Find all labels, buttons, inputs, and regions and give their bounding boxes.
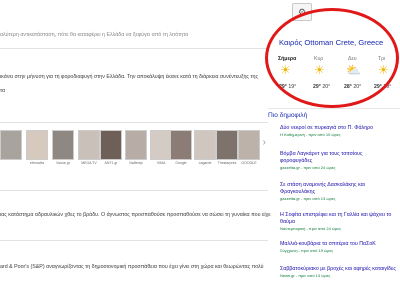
article-snippet[interactable]: ικάνει στην μήνυση για τη φοροδιαφυγή στ… (0, 74, 258, 80)
image-thumbnail[interactable]: Thestarpres (216, 130, 238, 165)
news-source: Ναυτεμπορική - πριν από 24 ώρες (280, 226, 342, 231)
article-snippet[interactable]: ard & Poor's (S&P) αναγνωρίζοντας τη δημ… (0, 264, 263, 270)
image-thumbnail[interactable]: Naftemp (125, 130, 147, 165)
divider (0, 240, 268, 241)
divider (0, 122, 268, 123)
news-source: H Καθημερινή - πριν από 10 ώρες (280, 132, 341, 137)
image-thumbnail[interactable]: ANT1 gr (100, 130, 122, 165)
news-source: gazzetta.gr - πριν από 24 ώρες (280, 165, 336, 170)
news-source: Νews.gr - πριν από 13 ώρες (280, 273, 331, 278)
chevron-right-icon[interactable]: › (263, 137, 266, 148)
image-thumbnail[interactable]: Google (170, 130, 192, 165)
image-thumbnail[interactable]: VIMA (150, 130, 172, 165)
news-title[interactable]: Μαλλιά-κουβάρια τα σπιτέρια του ΠαΣοΚ (280, 241, 396, 248)
highlight-circle (265, 8, 399, 108)
news-title[interactable]: Σε στάση αναμονής Δασκαλάκης και Φραγκου… (280, 182, 396, 196)
article-snippet[interactable]: ιας κατάστημα αδραυλικών χθες το βράδυ. … (0, 212, 271, 218)
news-title[interactable]: Η Σοφίτα επιστρέφει και τη Γαλλία και ψά… (280, 212, 396, 226)
news-title[interactable]: Σαββατοκύριακο με βροχές και αφηρές κατα… (280, 266, 396, 273)
news-item[interactable]: Μαλλιά-κουβάρια τα σπιτέρια του ΠαΣοΚ Σύ… (280, 241, 396, 253)
news-item[interactable]: Δύο νεκροί σε πυρκαγιά στο Π. Φάληρο H Κ… (280, 125, 396, 137)
news-item[interactable]: Η Σοφίτα επιστρέφει και τη Γαλλία και ψά… (280, 212, 396, 231)
news-item[interactable]: Σε στάση αναμονής Δασκαλάκης και Φραγκου… (280, 182, 396, 201)
image-thumbnail[interactable] (0, 130, 22, 164)
news-item[interactable]: Σαββατοκύριακο με βροχές και αφηρές κατα… (280, 266, 396, 278)
image-thumbnail[interactable]: MEGA TV (78, 130, 100, 165)
news-title[interactable]: Δύο νεκροί σε πυρκαγιά στο Π. Φάληρο (280, 125, 396, 132)
news-source: Σύγχρονη - πριν από 19 ώρες (280, 248, 334, 253)
article-snippet: αλύτερη αντικατάσταση, πότε θα καταφέρει… (0, 32, 189, 38)
divider (268, 108, 400, 109)
news-source: gazzetta.gr - πριν από 13 ώρες (280, 196, 336, 201)
news-item[interactable]: Βόμβα Λαγκάρντ για τους τσιτσίους φοροφυ… (280, 151, 396, 170)
image-thumbnail[interactable]: Lagarde (194, 130, 216, 165)
image-thumbnail[interactable]: ethnovita (26, 130, 48, 165)
divider (0, 48, 268, 49)
divider (0, 190, 268, 191)
image-strip: ethnovita Vouse.gr MEGA TV ANT1 gr Nafte… (0, 130, 268, 178)
article-snippet: τα (0, 88, 6, 94)
image-thumbnail[interactable]: Vouse.gr (52, 130, 74, 165)
news-title[interactable]: Βόμβα Λαγκάρντ για τους τσιτσίους φοροφυ… (280, 151, 396, 165)
article-column: αλύτερη αντικατάσταση, πότε θα καταφέρει… (0, 0, 271, 300)
popular-heading: Πιο δημοφιλή (268, 112, 308, 119)
image-thumbnail[interactable]: GOOGLE (238, 130, 260, 165)
